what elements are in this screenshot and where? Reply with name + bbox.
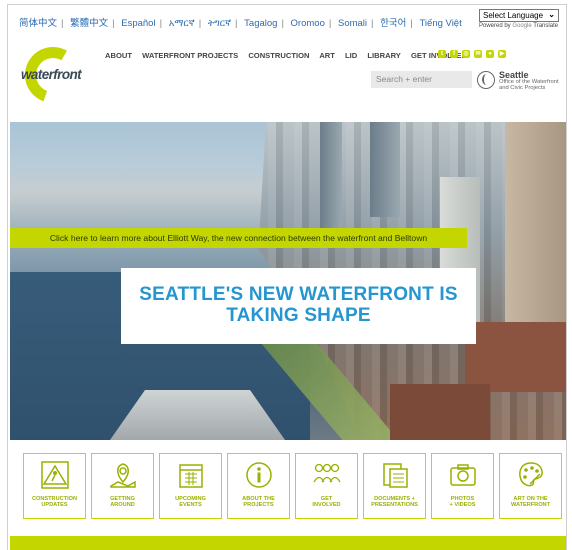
documents-icon (379, 459, 411, 491)
footer-bar (10, 536, 566, 550)
camera-icon (447, 459, 479, 491)
waterfront-logo[interactable]: waterfront (21, 47, 82, 105)
lang-link-zh-hant[interactable]: 繁體中文 (70, 18, 108, 29)
tile-about-the-projects[interactable]: ABOUT THE PROJECTS (227, 453, 290, 519)
hero-headline-box: SEATTLE'S NEW WATERFRONT IS TAKING SHAPE (121, 268, 476, 344)
nav-lid[interactable]: LID (345, 51, 357, 60)
lang-link-ko[interactable]: 한국어 (380, 18, 406, 29)
lang-link-ti[interactable]: ትግርኛ (208, 18, 231, 29)
calendar-icon (175, 459, 207, 491)
google-translate-widget: Select Language ⌄ Powered by Google Trans… (479, 9, 559, 29)
facebook-icon[interactable]: f (450, 50, 458, 58)
map-pin-icon (107, 459, 139, 491)
language-select[interactable]: Select Language ⌄ (479, 9, 559, 22)
nav-art[interactable]: ART (319, 51, 335, 60)
hero-building (390, 384, 490, 440)
hero-tower (505, 122, 566, 322)
paint-palette-icon (515, 459, 547, 491)
language-bar: 简体中文 | 繁體中文 | Español | አማርኛ | ትግርኛ | Tagalog… (19, 18, 462, 29)
main-nav: ABOUT WATERFRONT PROJECTS CONSTRUCTION A… (105, 51, 475, 60)
instagram-icon[interactable]: ◎ (462, 50, 470, 58)
people-icon (311, 459, 343, 491)
twitter-icon[interactable]: t (438, 50, 446, 58)
seattle-office-logo[interactable]: Seattle Office of the Waterfront and Civ… (477, 70, 566, 92)
social-links: t f ◎ ✉ ● ▶ (438, 50, 506, 58)
nav-about[interactable]: ABOUT (105, 51, 132, 60)
hero-headline-line1: SEATTLE'S NEW WATERFRONT IS (139, 284, 458, 305)
tile-documents-presentations[interactable]: DOCUMENTS + PRESENTATIONS (363, 453, 426, 519)
hero-tower (320, 122, 342, 242)
tile-construction-updates[interactable]: CONSTRUCTION UPDATES (23, 453, 86, 519)
logo-wordmark: waterfront (21, 67, 82, 82)
email-icon[interactable]: ✉ (474, 50, 482, 58)
info-icon (243, 459, 275, 491)
hero-image: Click here to learn more about Elliott W… (10, 122, 566, 440)
lang-link-tl[interactable]: Tagalog (244, 18, 277, 29)
hero-building (465, 322, 566, 392)
nav-library[interactable]: LIBRARY (367, 51, 400, 60)
seattle-seal-icon (477, 71, 495, 89)
construction-sign-icon (39, 459, 71, 491)
tile-get-involved[interactable]: GET INVOLVED (295, 453, 358, 519)
youtube-icon[interactable]: ▶ (498, 50, 506, 58)
tile-getting-around[interactable]: GETTING AROUND (91, 453, 154, 519)
lang-link-am[interactable]: አማርኛ (169, 18, 195, 29)
hero-tower (370, 122, 400, 217)
seattle-logo-subtitle: Office of the Waterfront and Civic Proje… (499, 79, 559, 91)
tile-art-on-the-waterfront[interactable]: ART ON THE WATERFRONT (499, 453, 562, 519)
quick-links: CONSTRUCTION UPDATES GETTING AROUND UPCOMI… (23, 453, 562, 519)
nav-construction[interactable]: CONSTRUCTION (248, 51, 309, 60)
nav-waterfront-projects[interactable]: WATERFRONT PROJECTS (142, 51, 238, 60)
lang-link-zh-hans[interactable]: 简体中文 (19, 18, 57, 29)
page-frame: 简体中文 | 繁體中文 | Español | አማርኛ | ትግርኛ | Tagalog… (7, 4, 567, 550)
chevron-down-icon: ⌄ (548, 10, 555, 19)
lang-link-vi[interactable]: Tiếng Việt (419, 18, 461, 29)
search-input[interactable]: Search + enter (371, 71, 472, 88)
hero-headline-line2: TAKING SHAPE (226, 305, 371, 326)
powered-by-google: Powered by Google Translate (479, 23, 559, 29)
lang-link-es[interactable]: Español (121, 18, 155, 29)
lang-link-om[interactable]: Oromoo (291, 18, 325, 29)
flickr-icon[interactable]: ● (486, 50, 494, 58)
lang-link-so[interactable]: Somali (338, 18, 367, 29)
elliott-way-banner-link[interactable]: Click here to learn more about Elliott W… (10, 228, 467, 248)
tile-photos-videos[interactable]: PHOTOS + VIDEOS (431, 453, 494, 519)
tile-upcoming-events[interactable]: UPCOMING EVENTS (159, 453, 222, 519)
